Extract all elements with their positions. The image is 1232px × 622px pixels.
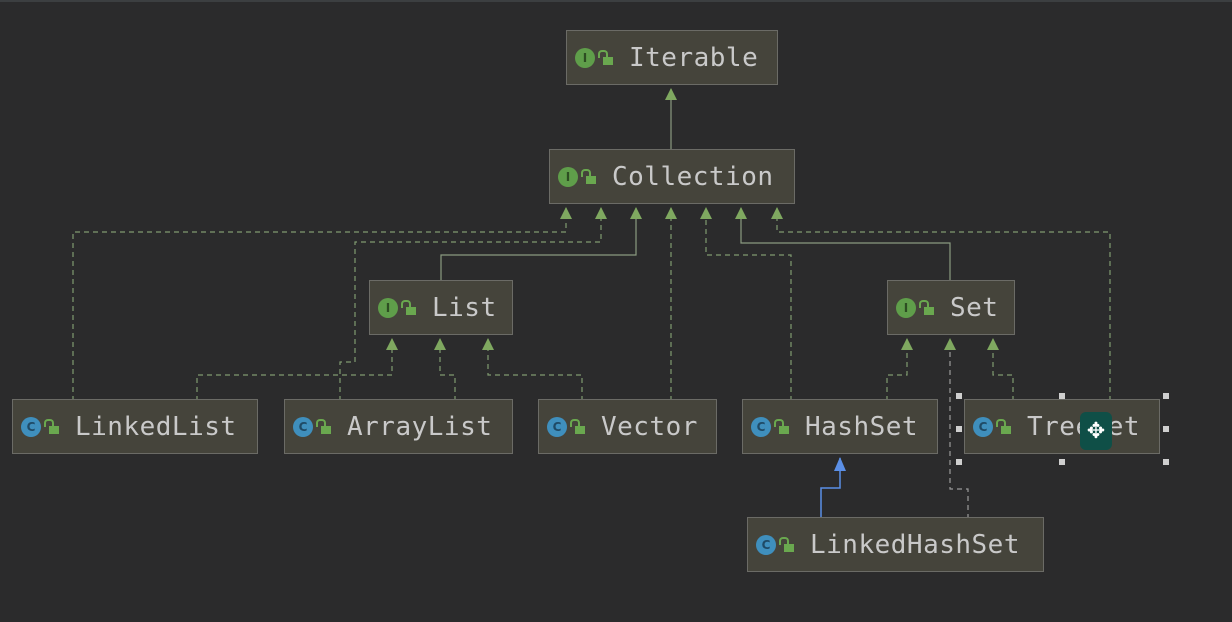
class-icon: C	[756, 534, 776, 555]
node-linkedlist[interactable]: C LinkedList	[12, 399, 258, 454]
node-label: List	[432, 292, 497, 323]
public-lock-icon	[996, 418, 1011, 434]
move-cursor-icon: ✥	[1080, 412, 1112, 450]
class-icon: C	[973, 416, 993, 437]
node-set[interactable]: I Set	[887, 280, 1015, 335]
interface-icon: I	[896, 297, 916, 318]
edge-treeset-set	[987, 338, 1014, 401]
public-lock-icon	[779, 536, 794, 552]
edge-list-collection	[440, 207, 642, 282]
resize-handle-sw[interactable]	[956, 459, 962, 465]
node-label: Vector	[601, 411, 698, 442]
node-arraylist[interactable]: C ArrayList	[284, 399, 513, 454]
public-lock-icon	[598, 49, 613, 65]
edge-linkedlist-list	[196, 338, 398, 401]
interface-icon: I	[575, 47, 595, 68]
node-label: LinkedList	[75, 411, 237, 442]
uml-diagram-canvas[interactable]: I Iterable I Collection I List I Set C L…	[0, 0, 1232, 622]
resize-handle-s[interactable]	[1059, 459, 1065, 465]
edge-vector-list	[482, 338, 583, 401]
resize-handle-n[interactable]	[1059, 393, 1065, 399]
resize-handle-nw[interactable]	[956, 393, 962, 399]
public-lock-icon	[774, 418, 789, 434]
node-collection[interactable]: I Collection	[549, 149, 795, 204]
edge-hashset-collection	[700, 207, 792, 401]
node-iterable[interactable]: I Iterable	[566, 30, 778, 85]
interface-icon: I	[378, 297, 398, 318]
class-icon: C	[21, 416, 41, 437]
class-icon: C	[751, 416, 771, 437]
node-label: LinkedHashSet	[810, 529, 1020, 560]
class-icon: C	[293, 416, 313, 437]
resize-handle-ne[interactable]	[1163, 393, 1169, 399]
public-lock-icon	[581, 168, 596, 184]
node-hashset[interactable]: C HashSet	[742, 399, 938, 454]
node-label: ArrayList	[347, 411, 493, 442]
node-label: Iterable	[629, 42, 759, 73]
node-treeset[interactable]: C TreeSet	[964, 399, 1160, 454]
edges-layer	[72, 88, 1111, 519]
resize-handle-w[interactable]	[956, 426, 962, 432]
node-label: Collection	[612, 161, 774, 192]
node-list[interactable]: I List	[369, 280, 513, 335]
class-icon: C	[547, 416, 567, 437]
public-lock-icon	[919, 299, 934, 315]
edge-arraylist-list	[434, 338, 456, 401]
node-vector[interactable]: C Vector	[538, 399, 717, 454]
node-label: Set	[950, 292, 999, 323]
edge-hashset-set	[886, 338, 913, 401]
public-lock-icon	[44, 418, 59, 434]
resize-handle-se[interactable]	[1163, 459, 1169, 465]
public-lock-icon	[570, 418, 585, 434]
interface-icon: I	[558, 166, 578, 187]
node-linkedhashset[interactable]: C LinkedHashSet	[747, 517, 1044, 572]
edge-set-collection	[735, 207, 951, 282]
resize-handle-e[interactable]	[1163, 426, 1169, 432]
edge-linkedhashset-hashset	[820, 457, 846, 519]
node-label: HashSet	[805, 411, 919, 442]
public-lock-icon	[316, 418, 331, 434]
public-lock-icon	[401, 299, 416, 315]
